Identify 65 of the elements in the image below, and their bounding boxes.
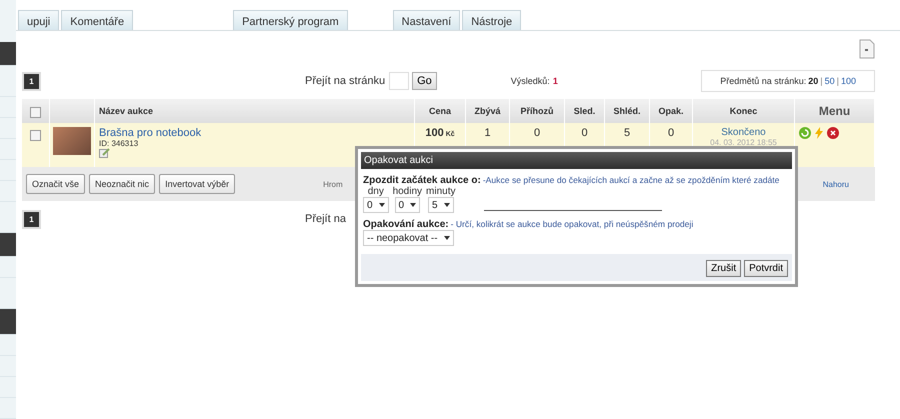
tab[interactable]: Nástroje (462, 10, 522, 30)
column-header: Název aukce (95, 99, 415, 123)
sidebar-header (0, 42, 16, 66)
caret-icon (410, 203, 416, 207)
column-header: Zbývá (466, 99, 510, 123)
separator: | (820, 76, 823, 86)
tab[interactable]: Komentáře (61, 10, 134, 30)
document-icon[interactable] (859, 39, 875, 59)
results-label: Výsledků: (510, 76, 550, 86)
repeat-select[interactable]: -- neopakovat -- (363, 230, 454, 246)
column-header: Konec (693, 99, 795, 123)
photo-placeholder (53, 127, 91, 155)
auction-id: ID: 346313 (99, 139, 138, 148)
toolbar-button[interactable]: Neoznačit nic (89, 174, 156, 194)
results-count: 1 (552, 76, 558, 86)
bulk-label: Hrom (323, 180, 343, 188)
per-page-label: Předmětů na stránku: (720, 76, 806, 86)
field-label: dny (368, 186, 384, 197)
column-header: Cena (415, 99, 466, 123)
column-header: Menu (795, 99, 875, 123)
tab[interactable]: Nastavení (392, 10, 460, 30)
per-page-option[interactable]: 20 (808, 76, 818, 86)
delay-select[interactable]: 0 (394, 197, 420, 213)
repeat-label: Opakování aukce: (363, 219, 449, 230)
sidebar-header (0, 309, 16, 335)
edit-icon[interactable] (99, 148, 110, 158)
caret-icon (444, 236, 450, 240)
top-link[interactable]: Nahoru (822, 180, 849, 188)
separator: | (836, 76, 839, 86)
field-label: minuty (426, 186, 456, 197)
delay-hint: -Aukce se přesune do čekajících aukcí a začne až se zpožděním které zadáte (482, 175, 780, 185)
tab[interactable]: Partnerský program (233, 10, 348, 30)
repeat-hint: - Určí, kolikrát se aukce bude opakovat, při neúspěšném prodeji (450, 219, 694, 229)
go-button[interactable]: Go (412, 72, 437, 90)
goto-label: Přejít na (305, 213, 346, 225)
toolbar-button[interactable]: Invertovat výběr (159, 174, 236, 194)
dialog-title: Opakovat aukci (361, 152, 792, 169)
refresh-icon[interactable] (799, 127, 811, 139)
per-page-option[interactable]: 50 (824, 76, 835, 86)
page-button[interactable]: 1 (22, 210, 41, 228)
delay-label: Zpozdit začátek aukce o: (363, 175, 481, 186)
toolbar-button[interactable]: Označit vše (26, 174, 86, 194)
column-header: Sled. (565, 99, 605, 123)
column-header: Příhozů (510, 99, 565, 123)
delete-icon[interactable] (827, 127, 839, 139)
dialog-button[interactable]: Potvrdit (744, 260, 788, 277)
delay-select[interactable]: 5 (428, 197, 454, 213)
select-all-checkbox[interactable] (30, 107, 41, 118)
caret-icon (444, 203, 450, 207)
tab[interactable]: upuji (18, 10, 60, 30)
delay-select[interactable]: 0 (363, 197, 389, 213)
per-page-option[interactable]: 100 (840, 76, 856, 86)
end-date: 04. 03. 2012 18:55 (710, 138, 777, 147)
row-checkbox[interactable] (30, 130, 41, 141)
page-button[interactable]: 1 (22, 72, 41, 90)
auction-link[interactable]: Brašna pro notebook (99, 127, 202, 139)
column-header: Shléd. (605, 99, 650, 123)
status-text: Skončeno (721, 127, 766, 138)
column-header: Opak. (650, 99, 693, 123)
goto-label: Přejít na stránku (305, 75, 386, 87)
field-label: hodiny (392, 186, 422, 197)
caret-icon (378, 203, 385, 207)
dialog-button[interactable]: Zrušit (706, 260, 742, 277)
page-input[interactable] (389, 72, 410, 90)
sidebar-header (0, 233, 16, 257)
